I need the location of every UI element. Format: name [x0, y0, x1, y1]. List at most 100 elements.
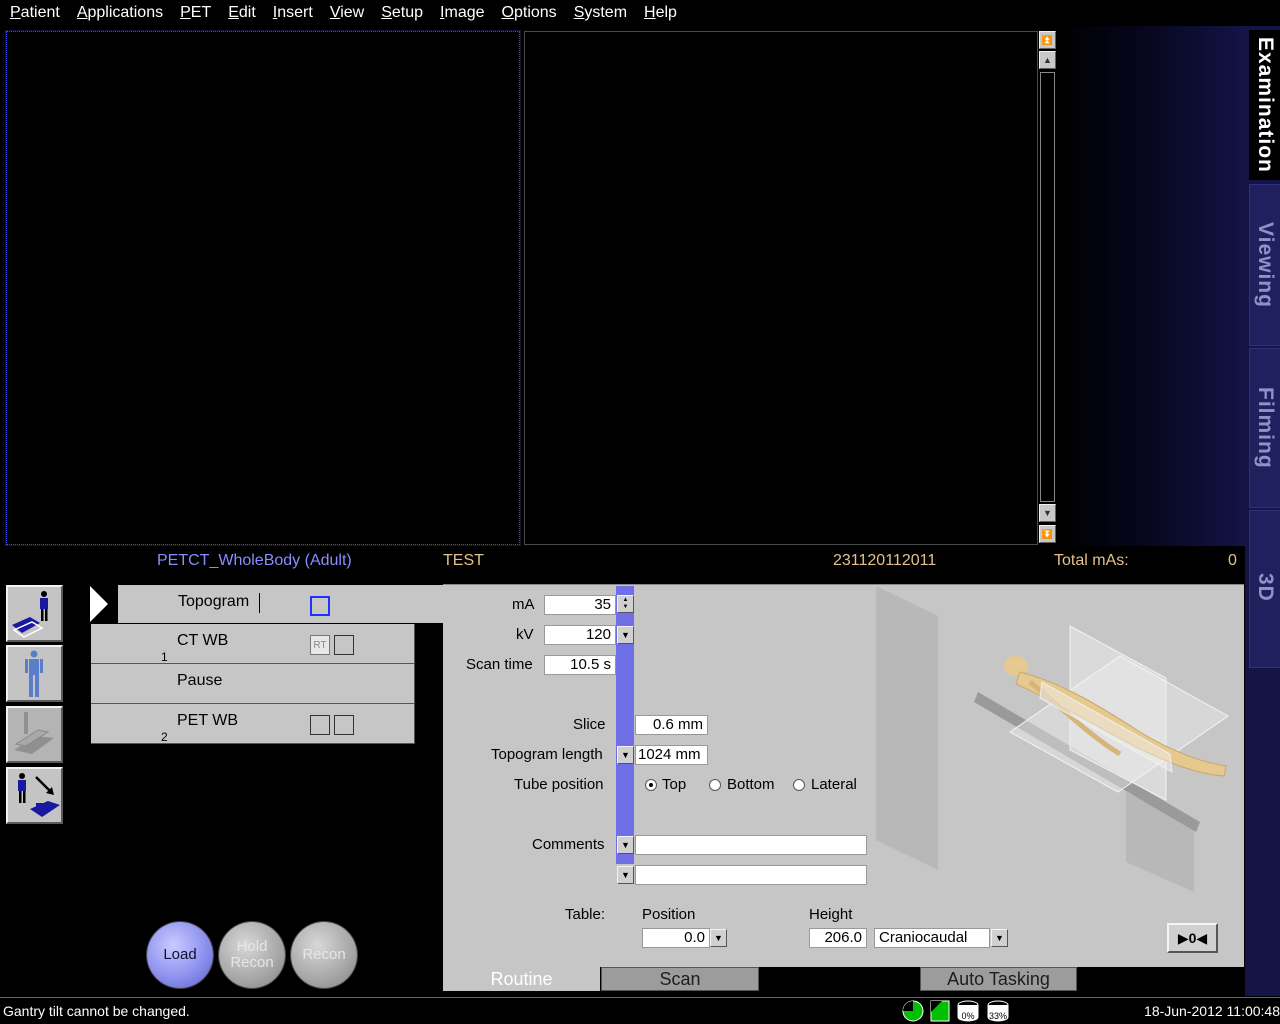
range-row-ct-wb[interactable]: CT WB 1 RT	[91, 624, 415, 664]
direction-dropdown-button[interactable]: ▼	[991, 929, 1008, 947]
tube-top-label: Top	[662, 776, 687, 793]
range-checkbox[interactable]	[334, 635, 354, 655]
tab-viewing[interactable]: Viewing	[1249, 184, 1280, 346]
patient-table-icon	[12, 591, 48, 638]
scroll-track[interactable]	[1040, 72, 1055, 502]
image-viewport[interactable]	[524, 31, 1038, 545]
menu-view[interactable]: View	[330, 4, 364, 22]
status-icons: 0% 33%	[902, 1000, 1010, 1022]
status-datetime: 18-Jun-2012 11:00:48	[1144, 1003, 1280, 1019]
table-position-field[interactable]: 0.0	[642, 928, 710, 948]
menu-edit[interactable]: Edit	[228, 4, 256, 22]
range-number: 1	[161, 650, 168, 664]
table-position-dropdown-button[interactable]: ▼	[710, 929, 727, 947]
patient-transfer-button[interactable]	[6, 767, 63, 824]
menu-setup[interactable]: Setup	[381, 4, 423, 22]
table-height-field[interactable]: 206.0	[809, 928, 867, 948]
viewport-scrollbar[interactable]: ⏫ ▲ ▼ ⏬	[1038, 31, 1057, 545]
slice-field[interactable]: 0.6 mm	[635, 715, 708, 735]
kv-field[interactable]: 120	[544, 625, 616, 645]
range-row-topogram[interactable]: Topogram	[118, 585, 443, 623]
range-checkbox[interactable]	[310, 596, 330, 616]
scroll-first-button[interactable]: ⏫	[1039, 31, 1056, 49]
ma-label: mA	[512, 596, 535, 613]
rt-checkbox[interactable]: RT	[310, 635, 330, 655]
disk-usage-1-value: 0%	[961, 1011, 975, 1021]
recon-button[interactable]: Recon	[291, 922, 357, 988]
gantry-table-icon	[14, 712, 54, 754]
menu-patient[interactable]: Patient	[10, 4, 60, 22]
comments-label: Comments	[532, 836, 605, 853]
patient-orientation-illustration	[876, 586, 1229, 892]
menu-system[interactable]: System	[574, 4, 627, 22]
tab-examination[interactable]: Examination	[1249, 30, 1280, 180]
range-checkbox-2[interactable]	[334, 715, 354, 735]
ma-spinner[interactable]: ▲ ▼	[617, 595, 634, 613]
move-table-button[interactable]: ▶0◀	[1167, 923, 1218, 953]
menu-options[interactable]: Options	[502, 4, 557, 22]
range-name: Pause	[177, 672, 223, 689]
menu-help[interactable]: Help	[644, 4, 677, 22]
total-mas-label: Total mAs:	[1054, 552, 1129, 569]
comment-field-1[interactable]	[635, 835, 867, 855]
side-background	[1058, 26, 1248, 546]
comments-dropdown-button-2[interactable]: ▼	[617, 866, 634, 884]
range-checkbox-1[interactable]	[310, 715, 330, 735]
tab-filming[interactable]: Filming	[1249, 348, 1280, 508]
menu-image[interactable]: Image	[440, 4, 484, 22]
range-name: PET WB	[177, 712, 239, 729]
ma-field[interactable]: 35	[544, 595, 616, 615]
patient-id: 231120112011	[833, 552, 937, 569]
status-message: Gantry tilt cannot be changed.	[3, 1003, 190, 1019]
topogram-length-label: Topogram length	[491, 746, 603, 763]
load-button[interactable]: Load	[147, 922, 213, 988]
tab-scan[interactable]: Scan	[601, 967, 759, 991]
table-label: Table:	[565, 906, 606, 923]
tab-auto-tasking[interactable]: Auto Tasking	[920, 967, 1077, 991]
range-row-pet-wb[interactable]: PET WB 2	[91, 704, 415, 744]
tube-top-radio[interactable]	[645, 779, 657, 791]
hold-recon-button[interactable]: Hold Recon	[219, 922, 285, 988]
patient-transfer-icon	[18, 773, 60, 817]
scan-time-label: Scan time	[466, 656, 533, 673]
scroll-down-button[interactable]: ▼	[1039, 504, 1056, 522]
height-label: Height	[809, 906, 853, 923]
range-row-pause[interactable]: Pause	[91, 664, 415, 704]
topogram-length-field[interactable]: 1024 mm	[635, 745, 708, 765]
text-cursor	[259, 593, 260, 613]
scan-time-field[interactable]: 10.5 s	[544, 655, 616, 675]
queue-status-icon	[930, 1000, 950, 1022]
tube-lateral-label: Lateral	[811, 776, 857, 793]
menu-pet[interactable]: PET	[180, 4, 211, 22]
patient-body-icon	[25, 650, 43, 697]
kv-dropdown-button[interactable]: ▼	[617, 626, 634, 644]
comments-dropdown-button-1[interactable]: ▼	[617, 836, 634, 854]
scroll-up-button[interactable]: ▲	[1039, 51, 1056, 69]
tube-bottom-label: Bottom	[727, 776, 775, 793]
direction-select[interactable]: Craniocaudal	[874, 928, 990, 948]
slice-label: Slice	[573, 716, 606, 733]
total-mas-value: 0	[1228, 552, 1237, 569]
comment-field-2[interactable]	[635, 865, 867, 885]
kv-label: kV	[516, 626, 534, 643]
patient-name: TEST	[443, 552, 484, 569]
menu-applications[interactable]: Applications	[77, 4, 163, 22]
disk-usage-2-value: 33%	[988, 1011, 1007, 1021]
topogram-viewport[interactable]	[5, 30, 521, 546]
range-number: 2	[161, 730, 168, 744]
tube-position-label: Tube position	[514, 776, 604, 793]
current-range-marker	[90, 586, 108, 622]
patient-body-button[interactable]	[6, 645, 63, 702]
tube-lateral-radio[interactable]	[793, 779, 805, 791]
menu-insert[interactable]: Insert	[273, 4, 313, 22]
topogram-length-dropdown-button[interactable]: ▼	[617, 746, 634, 764]
patient-position-button[interactable]	[6, 585, 63, 642]
scroll-last-button[interactable]: ⏬	[1039, 525, 1056, 543]
disk-usage-1: 0%	[956, 1000, 980, 1022]
tab-routine[interactable]: Routine	[443, 967, 600, 991]
tab-3d[interactable]: 3D	[1249, 510, 1280, 668]
tube-bottom-radio[interactable]	[709, 779, 721, 791]
left-plane	[876, 586, 938, 870]
menu-bar: Patient Applications PET Edit Insert Vie…	[0, 0, 1280, 25]
range-name: Topogram	[178, 593, 250, 610]
